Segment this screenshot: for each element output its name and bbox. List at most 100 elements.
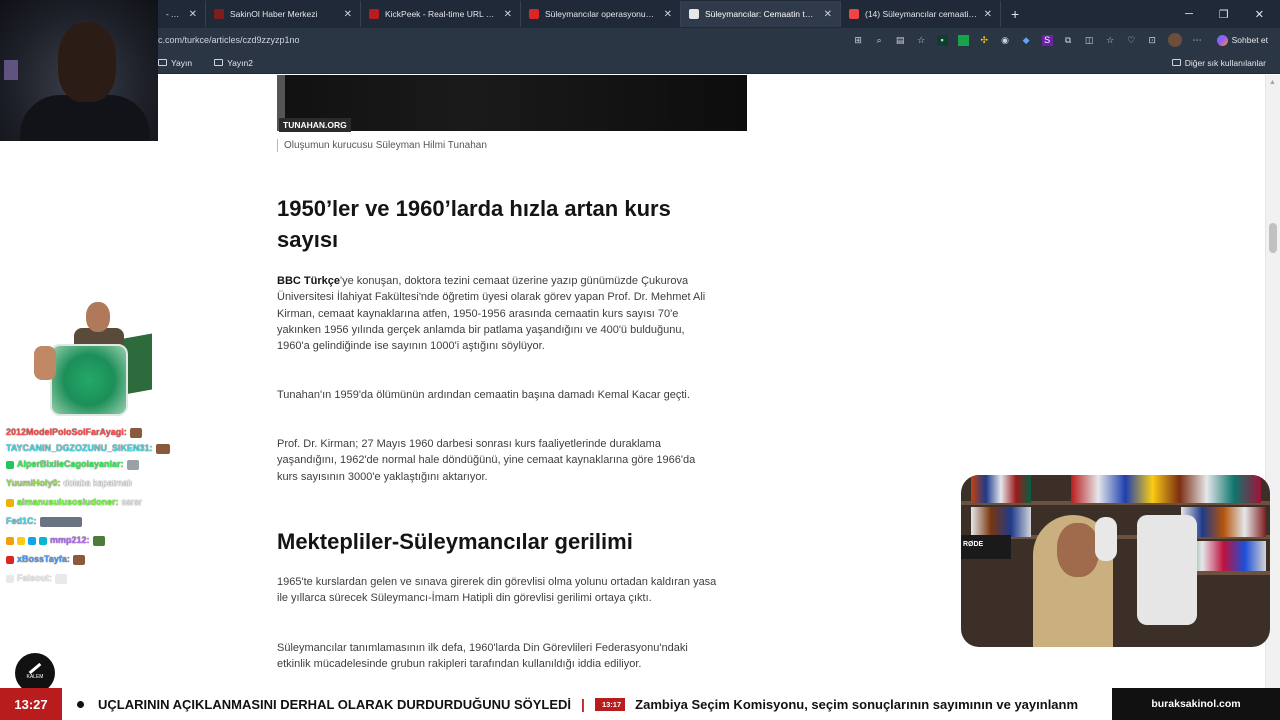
ticker-timestamp: 13:17 xyxy=(594,697,626,711)
more-icon[interactable]: ⋯ xyxy=(1192,35,1203,46)
streamer-emote-image xyxy=(30,300,152,418)
tab-suleymancilar-operasyon[interactable]: Süleymancılar operasyonunun per ✕ xyxy=(521,1,681,27)
screenshot-icon[interactable]: ⊡ xyxy=(1147,35,1158,46)
emote-icon xyxy=(155,443,170,454)
tab-label: KickPeek - Real-time URL Crawler xyxy=(385,9,498,19)
chat-message: mmp212: xyxy=(6,531,181,550)
extension-puzzle-icon[interactable]: ✣ xyxy=(979,35,990,46)
close-window-icon[interactable]: ✕ xyxy=(1255,8,1264,21)
badge-icon xyxy=(6,555,14,564)
tab-suleymancilar-cemaat[interactable]: Süleymancılar: Cemaatin tarihi, yap ✕ xyxy=(681,1,841,27)
youtube-favicon-icon xyxy=(849,9,859,19)
ticker-separator: | xyxy=(581,696,585,712)
news-ticker: 13:27 UÇLARININ AÇIKLANMASINI DERHAL OLA… xyxy=(0,688,1280,720)
kickpeek-favicon-icon xyxy=(369,9,379,19)
url-field[interactable]: c.com/turkce/articles/czd9zzyzp1no xyxy=(158,35,300,45)
close-icon[interactable]: ✕ xyxy=(344,9,352,20)
paragraph-kirman: BBC Türkçe'ye konuşan, doktora tezini ce… xyxy=(277,273,717,354)
scroll-up-icon[interactable]: ▲ xyxy=(1269,79,1276,86)
webcam-bottom-right: RØDE xyxy=(961,475,1270,647)
chat-username: Fed1C: xyxy=(6,516,37,526)
screen: - Arama ✕ SakinOl Haber Merkezi ✕ KickPe… xyxy=(0,0,1280,720)
new-tab-icon[interactable]: + xyxy=(1001,6,1029,22)
folder-icon xyxy=(158,59,167,66)
chat-username: xBossTayfa: xyxy=(17,554,70,564)
extension-s-icon[interactable]: S xyxy=(1041,34,1053,46)
webcam-top-left xyxy=(0,0,158,141)
badge-icon xyxy=(17,536,25,545)
chat-message: almanusulusosludoner: sarar xyxy=(6,493,181,512)
photo-caption: Oluşumun kurucusu Süleyman Hilmi Tunahan xyxy=(277,139,487,152)
profile-avatar[interactable] xyxy=(1167,33,1182,47)
bookmark-yayin2[interactable]: Yayın2 xyxy=(214,58,253,68)
chat-username: almanusulusosludoner: xyxy=(17,497,119,507)
close-icon[interactable]: ✕ xyxy=(824,9,832,20)
extension-icon[interactable]: ▪ xyxy=(936,34,948,46)
tab-kickpeek[interactable]: KickPeek - Real-time URL Crawler ✕ xyxy=(361,1,521,27)
ticker-headline: UÇLARININ AÇIKLANMASINI DERHAL OLARAK DU… xyxy=(98,696,572,712)
bbc-turkce-link[interactable]: BBC Türkçe xyxy=(277,275,340,287)
badge-icon xyxy=(28,536,36,545)
paragraph-federation: Süleymancılar tanımlamasının ilk defa, 1… xyxy=(277,642,688,671)
close-icon[interactable]: ✕ xyxy=(504,9,512,20)
flag-favicon-icon xyxy=(529,9,539,19)
zoom-icon[interactable]: ⌕ xyxy=(874,35,885,46)
chat-username: TAYCANIN_DGZOZUNU_SIKEN31: xyxy=(6,443,153,453)
emote-icon xyxy=(72,554,85,565)
badge-icon xyxy=(6,574,14,583)
extension-translate-icon[interactable]: ◆ xyxy=(1021,35,1032,46)
chat-message: Falsout: xyxy=(6,569,181,588)
emote-icon xyxy=(126,459,139,470)
chat-message: AlperBixileCagolayanlar: xyxy=(6,455,181,474)
chat-message: Fed1C: xyxy=(6,512,181,531)
favorite-star-icon[interactable]: ☆ xyxy=(916,35,927,46)
reader-icon[interactable]: ▤ xyxy=(895,35,906,46)
performance-icon[interactable]: ♡ xyxy=(1126,35,1137,46)
collections-icon[interactable]: ☆ xyxy=(1105,35,1116,46)
tab-arama[interactable]: - Arama ✕ xyxy=(158,1,206,27)
extension-circle-icon[interactable]: ◉ xyxy=(1000,35,1011,46)
chat-username: YuumiHoly0: xyxy=(6,478,61,488)
chat-text: dolaba kapatmalı xyxy=(63,478,133,488)
emote-icon xyxy=(55,573,67,584)
mic-brand-label: RØDE xyxy=(963,541,984,548)
window-controls: ─ ❐ ✕ xyxy=(1185,8,1280,21)
extension-green-icon[interactable] xyxy=(957,34,969,46)
restore-icon[interactable]: ❐ xyxy=(1219,8,1229,21)
pen-label: KALEM xyxy=(26,673,44,680)
live-dot-icon xyxy=(62,688,98,720)
ticker-headlines: UÇLARININ AÇIKLANMASINI DERHAL OLARAK DU… xyxy=(98,688,1112,720)
split-screen-icon[interactable]: ◫ xyxy=(1084,35,1095,46)
close-icon[interactable]: ✕ xyxy=(189,9,197,20)
chat-username: Falsout: xyxy=(17,573,52,583)
bookmark-yayin[interactable]: Yayın xyxy=(158,58,192,68)
chat-overlay: 2012ModelPoloSolFarAyagi: TAYCANIN_DGZOZ… xyxy=(6,423,181,588)
install-app-icon[interactable]: ⊞ xyxy=(853,35,864,46)
pen-overlay-button[interactable]: KALEM xyxy=(15,653,55,693)
tab-sakinol[interactable]: SakinOl Haber Merkezi ✕ xyxy=(206,1,361,27)
copilot-chat-button[interactable]: Sohbet et xyxy=(1213,34,1272,46)
bookmark-label: Yayın xyxy=(171,57,193,68)
tab-youtube[interactable]: (14) Süleymancılar cemaati kimdir ✕ xyxy=(841,1,1001,27)
paragraph-1960-coup: Prof. Dr. Kirman; 27 Mayıs 1960 darbesi … xyxy=(277,438,696,483)
folder-icon xyxy=(1171,59,1181,66)
chat-username: 2012ModelPoloSolFarAyagi: xyxy=(6,427,127,437)
photo-credit: TUNAHAN.ORG xyxy=(279,118,351,132)
crown-badge-icon xyxy=(6,536,14,545)
other-favorites[interactable]: Diğer sık kullanılanlar xyxy=(1171,58,1266,68)
chat-message: 2012ModelPoloSolFarAyagi: xyxy=(6,423,181,442)
emote-icon xyxy=(39,516,82,527)
toolbar-icons: ⊞ ⌕ ▤ ☆ ▪ ✣ ◉ ◆ S ⧉ ◫ ☆ ♡ ⊡ ⋯ Sohbet et xyxy=(853,33,1280,47)
badge-icon xyxy=(6,460,14,469)
chat-message: xBossTayfa: xyxy=(6,550,181,569)
chat-username: AlperBixileCagolayanlar: xyxy=(17,459,124,469)
close-icon[interactable]: ✕ xyxy=(984,9,992,20)
scrollbar-thumb[interactable] xyxy=(1269,223,1277,253)
minimize-icon[interactable]: ─ xyxy=(1185,8,1193,21)
tab-label: Süleymancılar operasyonunun per xyxy=(545,9,658,19)
microphone: RØDE xyxy=(961,535,1011,559)
close-icon[interactable]: ✕ xyxy=(664,9,672,20)
chat-text: sarar xyxy=(121,497,143,507)
extensions-icon[interactable]: ⧉ xyxy=(1063,35,1074,46)
bookmarks-bar: Yayın Yayın2 Diğer sık kullanılanlar xyxy=(0,52,1280,74)
